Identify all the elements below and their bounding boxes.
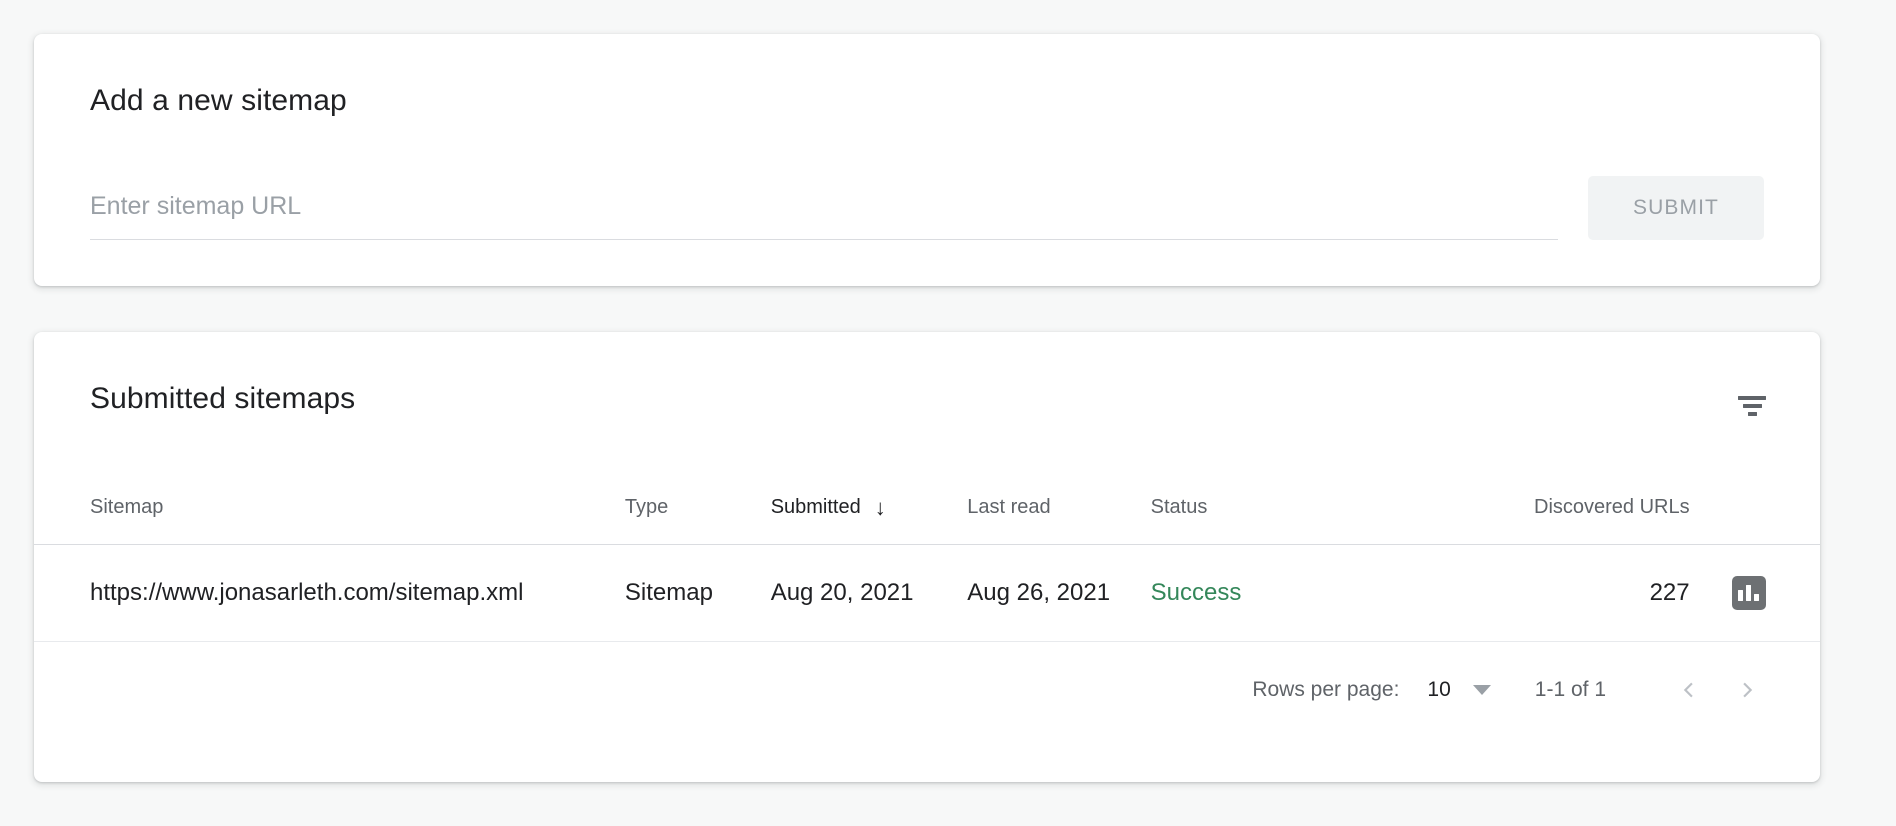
rows-per-page-select[interactable]: 10 bbox=[1427, 678, 1534, 702]
pagination-bar: Rows per page: 10 1-1 of 1 bbox=[34, 642, 1820, 738]
cell-type: Sitemap bbox=[624, 544, 771, 642]
rows-per-page-label: Rows per page: bbox=[1252, 678, 1400, 701]
table-header: Sitemap Type Submitted ↓ Last read Status… bbox=[34, 470, 1820, 545]
cell-last-read: Aug 26, 2021 bbox=[967, 544, 1151, 642]
cell-submitted: Aug 20, 2021 bbox=[770, 544, 968, 642]
next-page-button[interactable] bbox=[1718, 661, 1776, 719]
column-header-last-read[interactable]: Last read bbox=[967, 470, 1151, 545]
chevron-down-icon bbox=[1472, 685, 1491, 695]
cell-status: Success bbox=[1150, 544, 1407, 642]
column-header-type[interactable]: Type bbox=[624, 470, 771, 545]
column-header-sitemap[interactable]: Sitemap bbox=[34, 470, 625, 545]
sitemaps-page: Add a new sitemap SUBMIT Submitted sitem… bbox=[0, 0, 1896, 826]
cell-discovered-urls: 227 bbox=[1406, 544, 1690, 642]
table-body: https://www.jonasarleth.com/sitemap.xml … bbox=[34, 544, 1820, 642]
sitemaps-table: Sitemap Type Submitted ↓ Last read Status… bbox=[34, 470, 1820, 642]
column-header-actions bbox=[1689, 470, 1820, 545]
submitted-sitemaps-header: Submitted sitemaps bbox=[34, 332, 1820, 434]
pagination-range-label: 1-1 of 1 bbox=[1534, 678, 1606, 701]
filter-icon bbox=[1738, 396, 1766, 416]
chevron-left-icon bbox=[1683, 682, 1693, 698]
column-header-submitted[interactable]: Submitted ↓ bbox=[770, 470, 968, 545]
column-header-discovered-urls[interactable]: Discovered URLs bbox=[1406, 470, 1690, 545]
cell-sitemap-url[interactable]: https://www.jonasarleth.com/sitemap.xml bbox=[34, 544, 625, 642]
bar-chart-icon-button[interactable] bbox=[1731, 576, 1766, 610]
column-header-status[interactable]: Status bbox=[1150, 470, 1407, 545]
add-sitemap-card: Add a new sitemap SUBMIT bbox=[34, 34, 1820, 286]
table-row[interactable]: https://www.jonasarleth.com/sitemap.xml … bbox=[34, 544, 1820, 642]
cell-actions bbox=[1689, 544, 1820, 642]
submitted-sitemaps-title: Submitted sitemaps bbox=[90, 382, 356, 415]
column-header-submitted-label: Submitted bbox=[770, 495, 861, 518]
previous-page-button[interactable] bbox=[1660, 661, 1718, 719]
sort-descending-icon: ↓ bbox=[874, 494, 886, 520]
chevron-right-icon bbox=[1743, 682, 1753, 698]
table-header-row: Sitemap Type Submitted ↓ Last read Status… bbox=[34, 470, 1820, 545]
submitted-sitemaps-card: Submitted sitemaps Sitemap Type Submitte… bbox=[34, 332, 1820, 782]
filter-button[interactable] bbox=[1724, 378, 1780, 434]
sitemap-url-input[interactable] bbox=[90, 189, 1558, 240]
page-title: Add a new sitemap bbox=[90, 84, 347, 117]
rows-per-page-value: 10 bbox=[1427, 678, 1451, 701]
sitemap-input-row: SUBMIT bbox=[90, 176, 1764, 240]
sitemap-input-wrapper bbox=[90, 189, 1558, 240]
submit-button[interactable]: SUBMIT bbox=[1588, 176, 1764, 240]
